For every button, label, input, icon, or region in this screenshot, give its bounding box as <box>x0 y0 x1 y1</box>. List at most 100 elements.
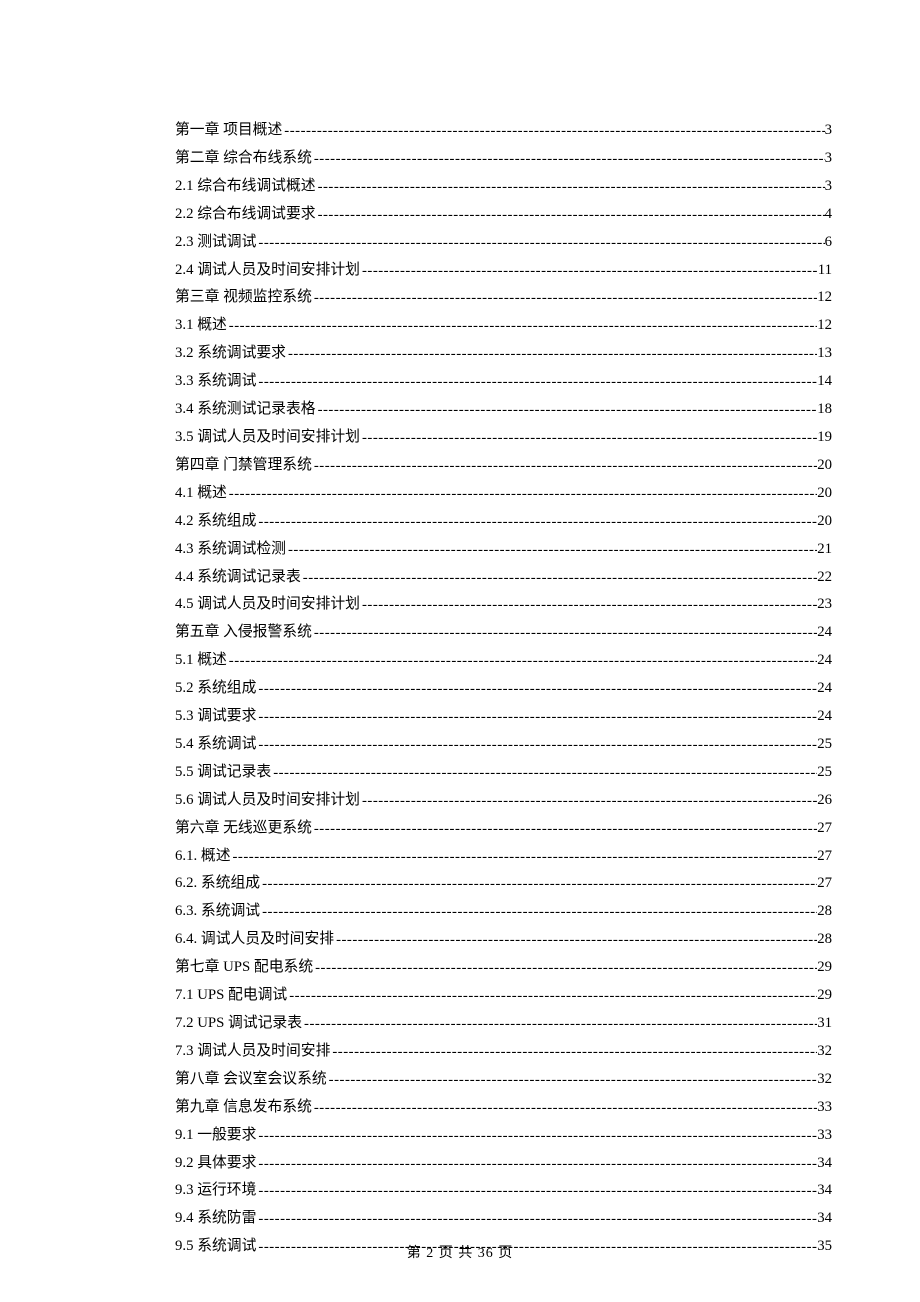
toc-page-number: 24 <box>817 676 832 700</box>
toc-leader: ----------------------------------------… <box>312 1096 817 1120</box>
toc-page-number: 6 <box>825 230 832 254</box>
footer-middle: 页 共 <box>434 1246 478 1261</box>
footer-suffix: 页 <box>494 1246 514 1261</box>
toc-label: 9.4 系统防雷 <box>175 1206 256 1230</box>
toc-page-number: 24 <box>817 620 832 644</box>
toc-entry: 9.1 一般要求--------------------------------… <box>175 1123 832 1147</box>
toc-page-number: 24 <box>817 648 832 672</box>
toc-page-number: 20 <box>817 509 832 533</box>
toc-leader: ----------------------------------------… <box>301 566 817 590</box>
toc-page-number: 32 <box>817 1067 832 1091</box>
toc-entry: 第七章 UPS 配电系统----------------------------… <box>175 955 832 979</box>
toc-label: 第一章 项目概述 <box>175 118 282 142</box>
toc-page-number: 27 <box>817 844 832 868</box>
toc-entry: 4.3 系统调试检测------------------------------… <box>175 537 832 561</box>
toc-entry: 第二章 综合布线系统------------------------------… <box>175 146 832 170</box>
toc-page-number: 31 <box>817 1011 832 1035</box>
toc-entry: 9.2 具体要求--------------------------------… <box>175 1151 832 1175</box>
toc-leader: ----------------------------------------… <box>256 705 817 729</box>
toc-label: 3.5 调试人员及时间安排计划 <box>175 425 360 449</box>
toc-entry: 6.4. 调试人员及时间安排 -------------------------… <box>175 927 832 951</box>
toc-page-number: 18 <box>817 397 832 421</box>
toc-page-number: 12 <box>817 285 832 309</box>
toc-label: 3.4 系统测试记录表格 <box>175 397 316 421</box>
toc-entry: 6.3. 系统调试 ------------------------------… <box>175 899 832 923</box>
toc-page-number: 3 <box>825 118 832 142</box>
toc-page-number: 34 <box>817 1178 832 1202</box>
toc-entry: 4.1 概述 ---------------------------------… <box>175 481 832 505</box>
toc-label: 5.1 概述 <box>175 648 227 672</box>
toc-page-number: 34 <box>817 1206 832 1230</box>
toc-page-number: 20 <box>817 481 832 505</box>
footer-prefix: 第 <box>407 1246 427 1261</box>
toc-label: 第五章 入侵报警系统 <box>175 620 312 644</box>
toc-page-number: 25 <box>817 732 832 756</box>
toc-leader: ----------------------------------------… <box>260 872 817 896</box>
toc-entry: 第四章 门禁管理系统 -----------------------------… <box>175 453 832 477</box>
toc-label: 7.1 UPS 配电调试 <box>175 983 287 1007</box>
toc-leader: ----------------------------------------… <box>312 817 817 841</box>
toc-page-number: 28 <box>817 927 832 951</box>
toc-leader: ----------------------------------------… <box>231 845 818 869</box>
toc-leader: ----------------------------------------… <box>312 621 817 645</box>
toc-page-number: 23 <box>817 592 832 616</box>
toc-label: 4.5 调试人员及时间安排计划 <box>175 592 360 616</box>
toc-label: 5.6 调试人员及时间安排计划 <box>175 788 360 812</box>
toc-leader: ----------------------------------------… <box>227 482 817 506</box>
toc-leader: ----------------------------------------… <box>313 956 817 980</box>
toc-page-number: 19 <box>817 425 832 449</box>
toc-entry: 4.5 调试人员及时间安排计划 ------------------------… <box>175 592 832 616</box>
toc-leader: ----------------------------------------… <box>256 733 817 757</box>
toc-leader: ----------------------------------------… <box>256 677 817 701</box>
toc-page-number: 29 <box>817 983 832 1007</box>
toc-entry: 2.4 调试人员及时间安排计划 ------------------------… <box>175 258 832 282</box>
toc-page-number: 28 <box>817 899 832 923</box>
toc-page-number: 3 <box>825 174 832 198</box>
toc-leader: ----------------------------------------… <box>316 203 825 227</box>
toc-label: 5.4 系统调试 <box>175 732 256 756</box>
toc-label: 第二章 综合布线系统 <box>175 146 312 170</box>
toc-entry: 3.3 系统调试--------------------------------… <box>175 369 832 393</box>
toc-leader: ----------------------------------------… <box>256 370 817 394</box>
footer-total-pages: 36 <box>478 1246 494 1261</box>
toc-label: 5.3 调试要求 <box>175 704 256 728</box>
toc-leader: ----------------------------------------… <box>360 426 817 450</box>
toc-page-number: 24 <box>817 704 832 728</box>
toc-entry: 5.6 调试人员及时间安排计划 ------------------------… <box>175 788 832 812</box>
toc-page-number: 21 <box>817 537 832 561</box>
toc-label: 第四章 门禁管理系统 <box>175 453 312 477</box>
toc-label: 4.4 系统调试记录表 <box>175 565 301 589</box>
toc-entry: 4.2 系统组成 -------------------------------… <box>175 509 832 533</box>
toc-entry: 2.1 综合布线调试概述 ---------------------------… <box>175 174 832 198</box>
toc-leader: ----------------------------------------… <box>256 1152 817 1176</box>
toc-entry: 5.1 概述----------------------------------… <box>175 648 832 672</box>
toc-leader: ----------------------------------------… <box>256 1207 817 1231</box>
toc-label: 7.3 调试人员及时间安排 <box>175 1039 330 1063</box>
toc-entry: 3.2 系统调试要求 -----------------------------… <box>175 341 832 365</box>
toc-leader: ----------------------------------------… <box>282 119 824 143</box>
toc-leader: ----------------------------------------… <box>286 342 817 366</box>
toc-entry: 7.2 UPS 调试记录表---------------------------… <box>175 1011 832 1035</box>
toc-entry: 5.3 调试要求 -------------------------------… <box>175 704 832 728</box>
toc-leader: ----------------------------------------… <box>312 147 825 171</box>
toc-label: 第三章 视频监控系统 <box>175 285 312 309</box>
toc-label: 2.4 调试人员及时间安排计划 <box>175 258 360 282</box>
toc-page-number: 29 <box>817 955 832 979</box>
toc-label: 第八章 会议室会议系统 <box>175 1067 327 1091</box>
toc-leader: ----------------------------------------… <box>227 314 817 338</box>
toc-label: 第九章 信息发布系统 <box>175 1095 312 1119</box>
table-of-contents: 第一章 项目概述--------------------------------… <box>175 118 832 1259</box>
toc-leader: ----------------------------------------… <box>271 761 817 785</box>
toc-label: 2.1 综合布线调试概述 <box>175 174 316 198</box>
toc-leader: ----------------------------------------… <box>286 538 817 562</box>
toc-entry: 5.4 系统调试--------------------------------… <box>175 732 832 756</box>
toc-entry: 第五章 入侵报警系统 -----------------------------… <box>175 620 832 644</box>
toc-label: 9.2 具体要求 <box>175 1151 256 1175</box>
toc-page-number: 26 <box>817 788 832 812</box>
toc-entry: 第一章 项目概述--------------------------------… <box>175 118 832 142</box>
page-footer: 第 2 页 共 36 页 <box>0 1242 920 1262</box>
toc-entry: 3.1 概述 ---------------------------------… <box>175 313 832 337</box>
toc-page-number: 20 <box>817 453 832 477</box>
toc-leader: ----------------------------------------… <box>334 928 817 952</box>
toc-leader: ----------------------------------------… <box>360 789 817 813</box>
